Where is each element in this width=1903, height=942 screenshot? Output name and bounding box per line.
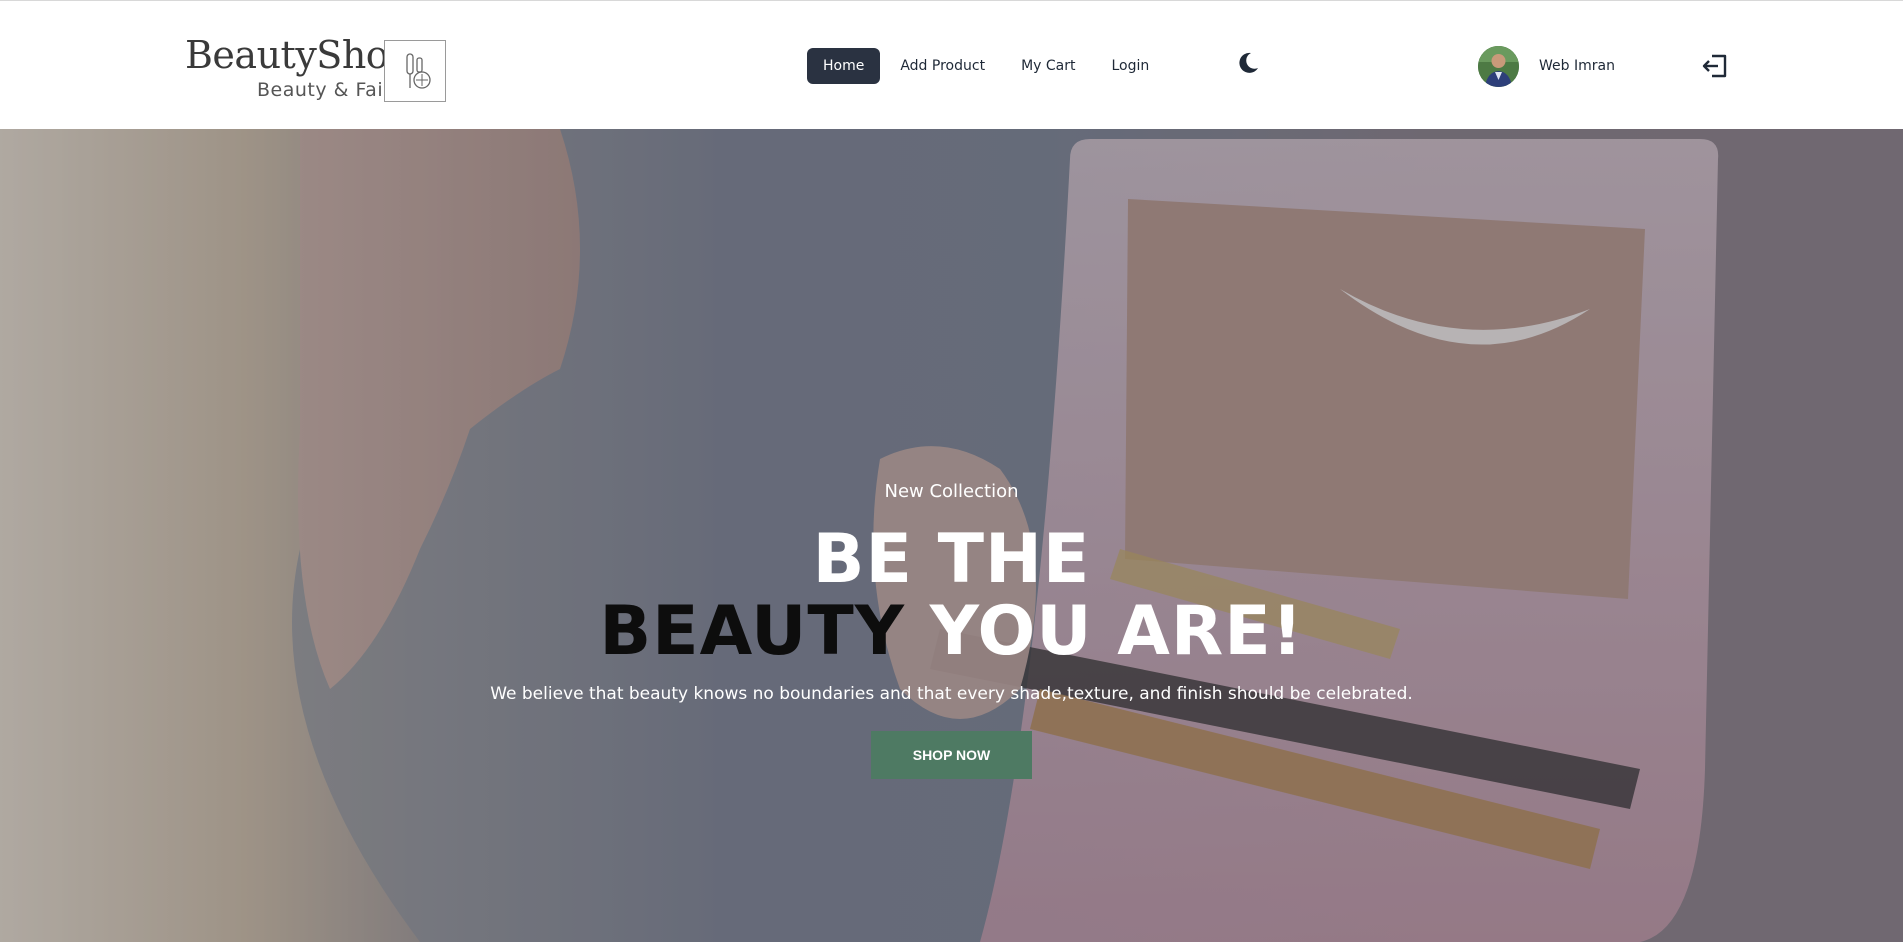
nav-add-product[interactable]: Add Product (884, 48, 1001, 84)
moon-icon[interactable] (1234, 48, 1264, 78)
hero-headline-dark-word: BEAUTY (599, 592, 905, 671)
nav-home[interactable]: Home (807, 48, 881, 84)
top-navbar: BeautyShop Beauty & Fair Home Add Produc… (0, 0, 1903, 129)
hero-headline-line1: BE THE (812, 520, 1091, 599)
nav-login[interactable]: Login (1095, 48, 1165, 84)
shop-now-button[interactable]: SHOP NOW (871, 731, 1032, 779)
brand-title: BeautyShop (185, 33, 413, 77)
brand-tagline: Beauty & Fair (257, 79, 392, 101)
hero-description: We believe that beauty knows no boundari… (490, 684, 1413, 704)
hero-headline-light-words: YOU ARE! (929, 592, 1304, 671)
hero-headline-line2: BEAUTY YOU ARE! (0, 593, 1903, 671)
user-name: Web Imran (1539, 58, 1615, 74)
nav-my-cart[interactable]: My Cart (1005, 48, 1091, 84)
logout-icon[interactable] (1700, 51, 1730, 81)
user-profile[interactable]: Web Imran (1478, 45, 1615, 87)
hero-eyebrow: New Collection (884, 481, 1019, 502)
makeup-brush-icon (384, 40, 446, 102)
brand-logo[interactable]: BeautyShop Beauty & Fair (181, 31, 449, 103)
main-nav: Home Add Product My Cart Login (807, 48, 1169, 84)
avatar[interactable] (1478, 45, 1519, 87)
hero-banner: New Collection BE THE BEAUTY YOU ARE! We… (0, 129, 1903, 942)
